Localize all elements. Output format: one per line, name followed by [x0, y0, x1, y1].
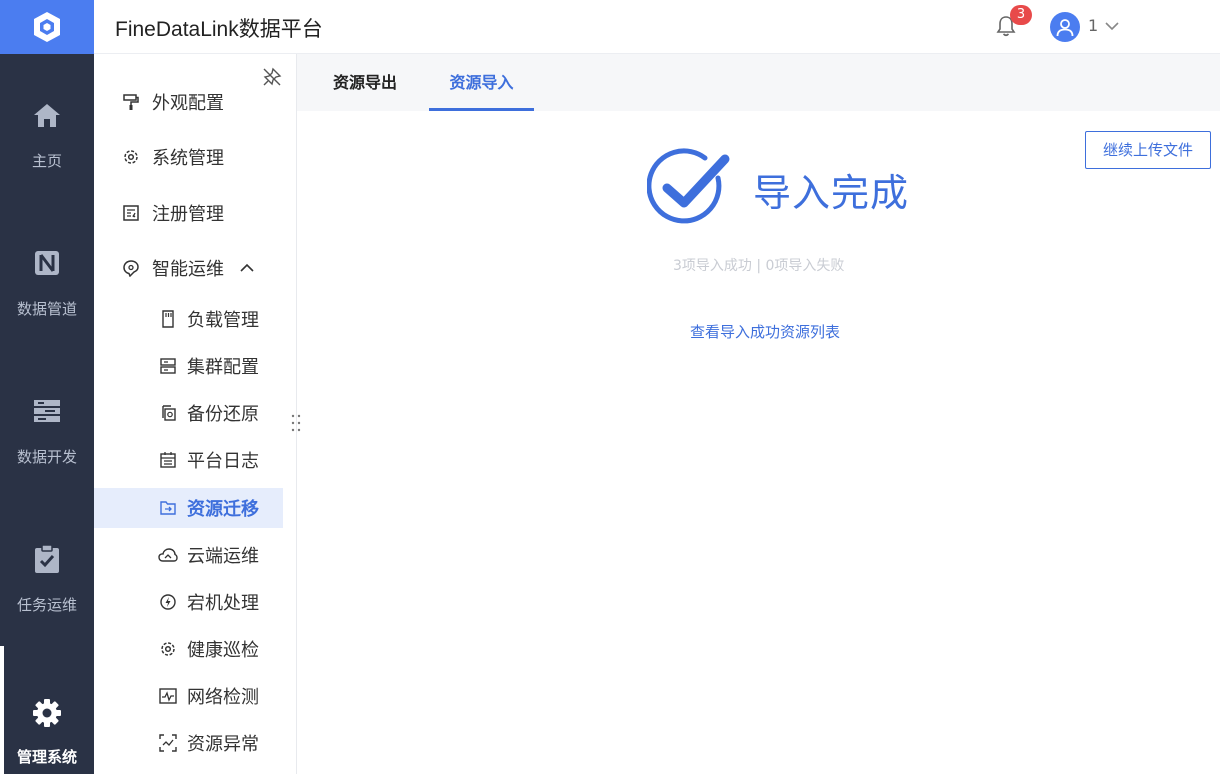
- gear-icon: [121, 147, 141, 167]
- app-title: FineDataLink数据平台: [115, 18, 323, 41]
- rail-item-data-pipeline[interactable]: 数据管道: [0, 202, 94, 350]
- calendar-icon: [158, 450, 178, 470]
- backup-icon: [158, 403, 178, 423]
- menu-item-health-check[interactable]: 健康巡检: [94, 629, 283, 669]
- menu-item-system[interactable]: 系统管理: [94, 137, 283, 177]
- import-result-title: 导入完成: [753, 171, 910, 215]
- paint-roller-icon: [121, 92, 141, 112]
- menu-item-cloud-ops[interactable]: 云端运维: [94, 535, 283, 575]
- menu-item-platform-log[interactable]: 平台日志: [94, 440, 283, 480]
- menu-item-load[interactable]: 负载管理: [94, 299, 283, 339]
- import-summary: 3项导入成功 | 0项导入失败: [673, 258, 845, 274]
- register-icon: [121, 203, 141, 223]
- continue-upload-button[interactable]: 继续上传文件: [1085, 131, 1211, 169]
- tab-bar: 资源导出 资源导入: [297, 54, 1220, 111]
- cloud-icon: [158, 545, 178, 565]
- lightning-icon: [158, 592, 178, 612]
- pipeline-icon: [32, 248, 62, 278]
- rail-item-admin[interactable]: 管理系统: [0, 646, 94, 774]
- view-imported-resources-link[interactable]: 查看导入成功资源列表: [690, 321, 840, 342]
- notification-badge: 3: [1010, 5, 1032, 25]
- chevron-down-icon[interactable]: [1103, 17, 1121, 35]
- menu-item-backup[interactable]: 备份还原: [94, 393, 283, 433]
- avatar[interactable]: [1050, 12, 1080, 42]
- logo-cube-icon: [34, 12, 60, 42]
- sd-card-icon: [158, 309, 178, 329]
- primary-nav-rail: 主页 数据管道 数据开发 任务运维 管理系统: [0, 0, 94, 774]
- server-icon: [158, 356, 178, 376]
- tab-resource-import[interactable]: 资源导入: [429, 54, 534, 111]
- rail-item-task-ops[interactable]: 任务运维: [0, 498, 94, 646]
- admin-submenu: 外观配置 系统管理 注册管理 智能运维 负载管理 集群配置 备份还原 平台日志 …: [94, 54, 297, 774]
- data-dev-icon: [32, 396, 62, 426]
- menu-item-appearance[interactable]: 外观配置: [94, 82, 283, 122]
- scan-icon: [158, 733, 178, 753]
- drag-handle-icon[interactable]: [290, 413, 302, 433]
- check-circle-icon: [647, 148, 730, 224]
- menu-item-register[interactable]: 注册管理: [94, 193, 283, 233]
- folder-arrow-icon: [158, 498, 178, 518]
- rail-item-home[interactable]: 主页: [0, 54, 94, 202]
- chevron-up-icon[interactable]: [238, 259, 256, 277]
- menu-item-smart-ops[interactable]: 智能运维: [94, 248, 283, 288]
- user-icon: [1056, 19, 1074, 37]
- smart-ops-icon: [121, 258, 141, 278]
- task-ops-icon: [32, 544, 62, 574]
- network-chart-icon: [158, 686, 178, 706]
- menu-item-network-check[interactable]: 网络检测: [94, 676, 283, 716]
- gear-icon: [32, 698, 62, 728]
- menu-item-downtime[interactable]: 宕机处理: [94, 582, 283, 622]
- rail-item-label: 数据管道: [16, 300, 77, 318]
- user-name[interactable]: 1: [1088, 16, 1098, 35]
- gear-icon: [158, 639, 178, 659]
- rail-item-label: 任务运维: [16, 596, 77, 614]
- rail-item-data-dev[interactable]: 数据开发: [0, 350, 94, 498]
- rail-item-label: 数据开发: [16, 448, 77, 466]
- tab-resource-export[interactable]: 资源导出: [330, 54, 400, 111]
- rail-item-label: 管理系统: [16, 748, 77, 766]
- home-icon: [32, 100, 62, 130]
- app-logo[interactable]: [0, 0, 94, 54]
- menu-item-resource-migration[interactable]: 资源迁移: [94, 488, 283, 528]
- rail-item-label: 主页: [31, 152, 62, 170]
- menu-item-cluster[interactable]: 集群配置: [94, 346, 283, 386]
- menu-item-resource-anomaly[interactable]: 资源异常: [94, 723, 283, 763]
